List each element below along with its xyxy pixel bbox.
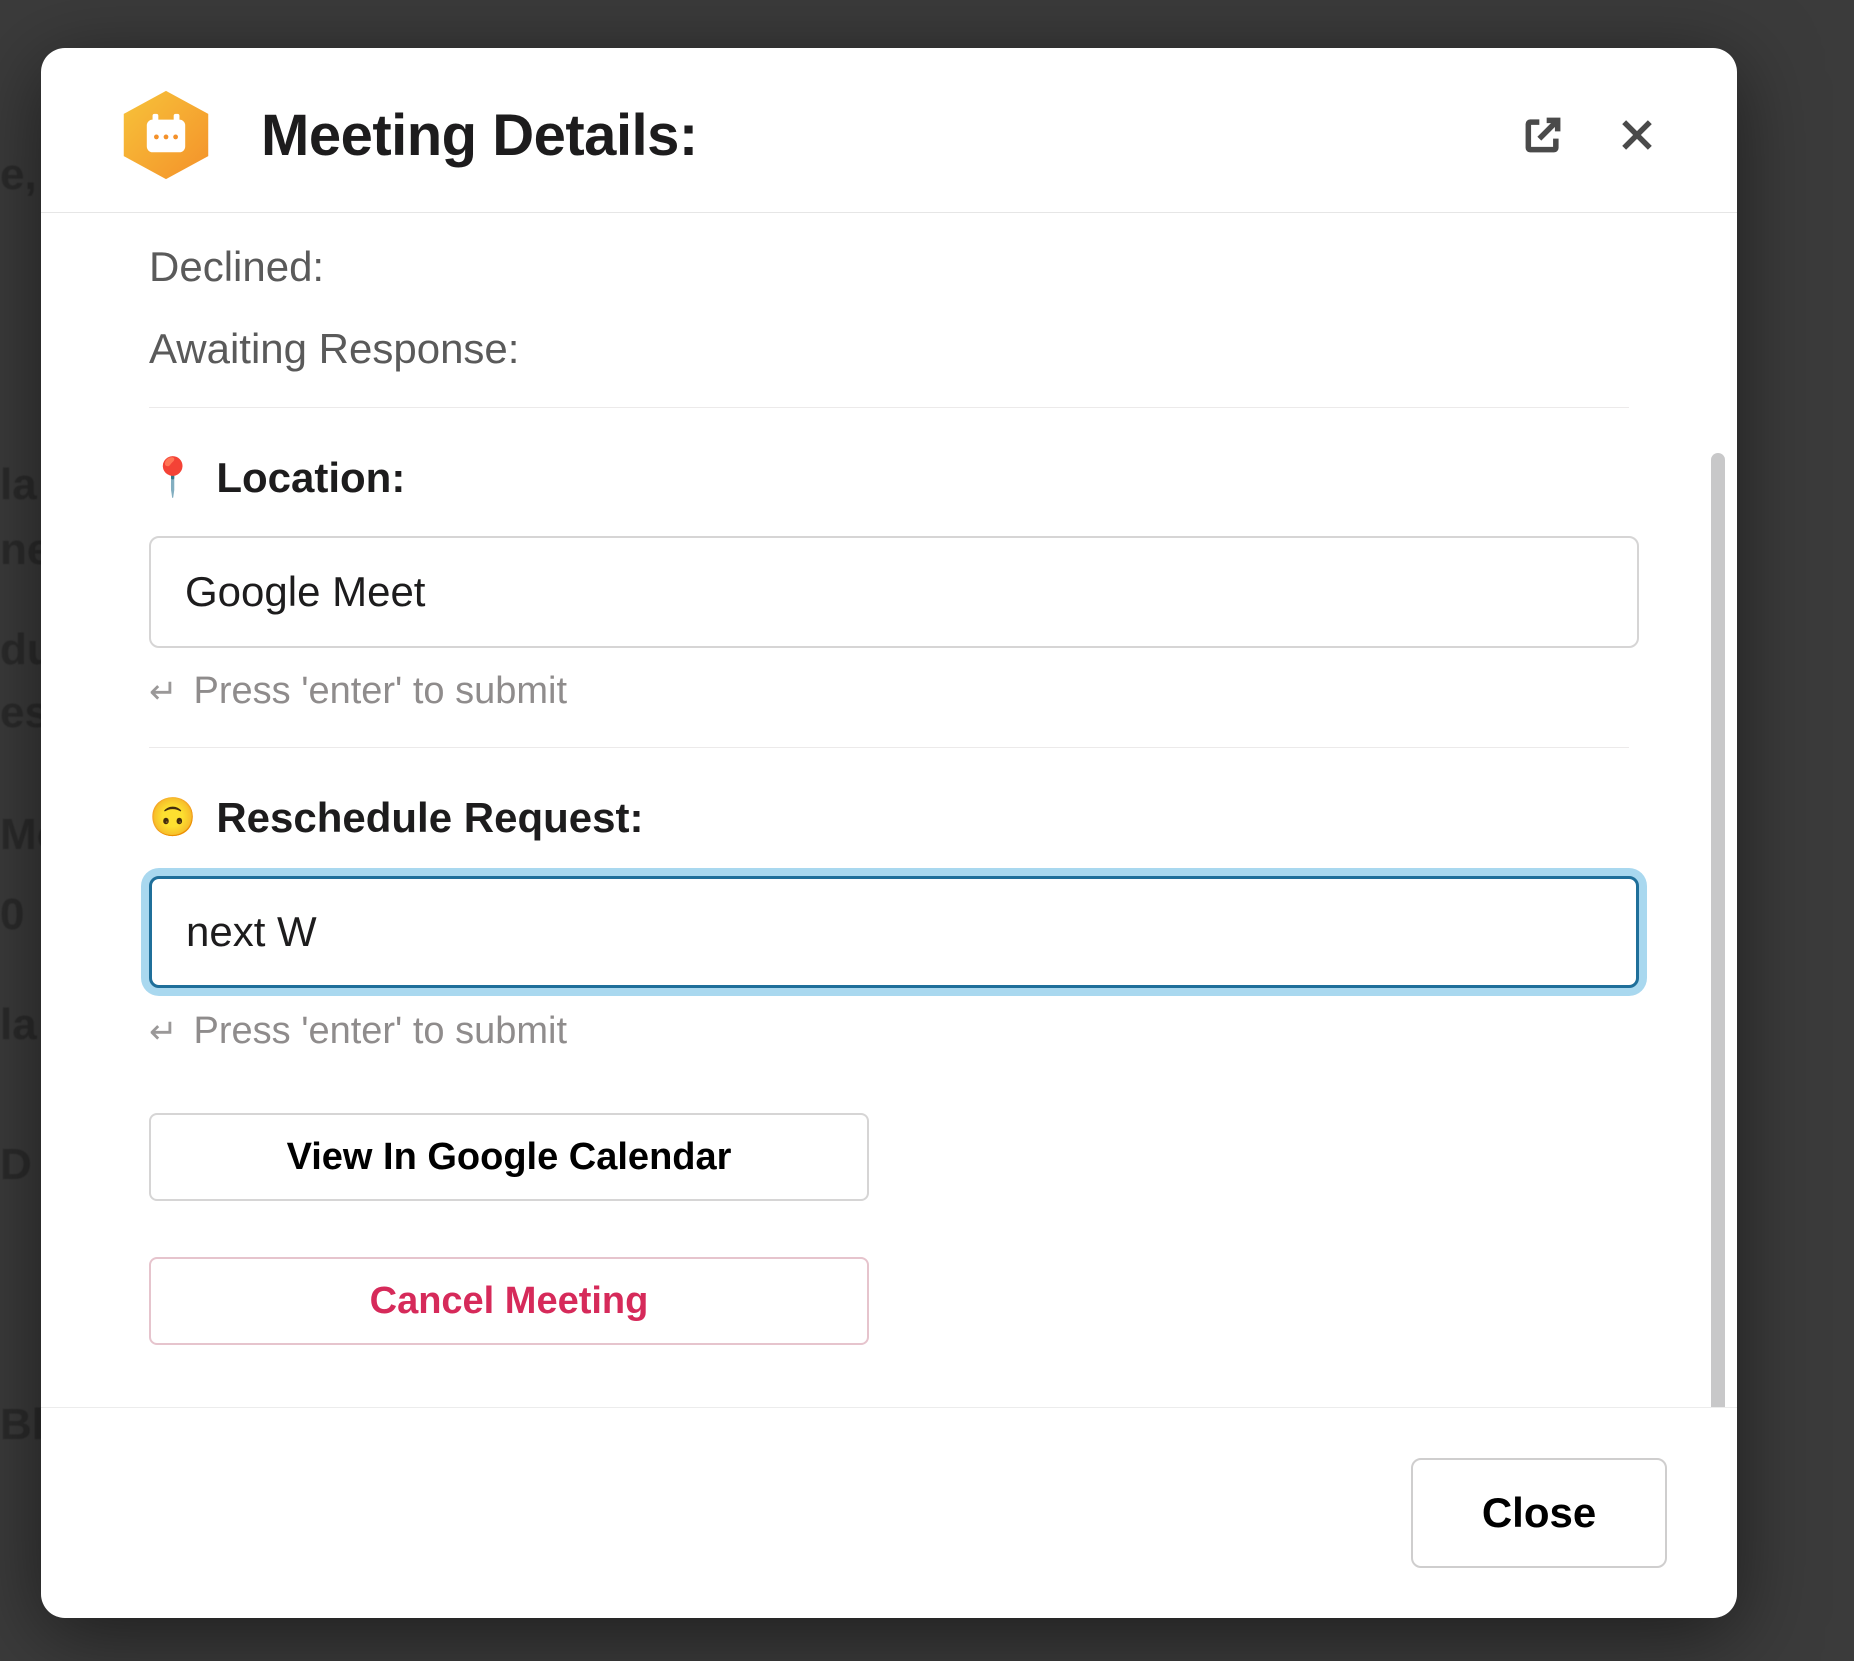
scrollbar-thumb[interactable] (1711, 453, 1725, 1407)
bg-fragment: e, (0, 150, 37, 200)
location-hint-text: Press 'enter' to submit (194, 670, 568, 713)
modal-body: Declined: Awaiting Response: 📍 Location:… (41, 213, 1737, 1407)
external-link-icon (1521, 113, 1565, 157)
modal-title: Meeting Details: (261, 102, 698, 169)
reschedule-hint: ↵ Press 'enter' to submit (149, 1010, 1629, 1053)
meeting-details-modal: Meeting Details: Declined: Awaiting Resp… (41, 48, 1737, 1618)
cancel-meeting-button[interactable]: Cancel Meeting (149, 1257, 869, 1345)
modal-footer: Close (41, 1407, 1737, 1618)
close-modal-button[interactable] (1607, 105, 1667, 165)
return-icon: ↵ (149, 672, 178, 712)
location-input[interactable] (149, 536, 1639, 648)
reschedule-input[interactable] (149, 876, 1639, 988)
bg-fragment: Bl (0, 1400, 44, 1450)
meeting-actions: View In Google Calendar Cancel Meeting (149, 1113, 1629, 1345)
return-icon: ↵ (149, 1012, 178, 1052)
section-divider (149, 407, 1629, 408)
bg-fragment: 0 (0, 890, 24, 940)
pin-icon: 📍 (149, 456, 196, 500)
reschedule-hint-text: Press 'enter' to submit (194, 1010, 568, 1053)
reschedule-label: 🙃 Reschedule Request: (149, 794, 1629, 842)
close-icon (1615, 113, 1659, 157)
bg-fragment: la (0, 1000, 37, 1050)
modal-scroll-area[interactable]: Declined: Awaiting Response: 📍 Location:… (41, 213, 1737, 1407)
bg-fragment: D (0, 1140, 32, 1190)
location-label-text: Location: (216, 454, 405, 502)
awaiting-response-label: Awaiting Response: (149, 325, 1629, 373)
bg-fragment: la (0, 460, 37, 510)
open-externally-button[interactable] (1513, 105, 1573, 165)
declined-label: Declined: (149, 243, 1629, 291)
app-icon (117, 86, 215, 184)
reschedule-label-text: Reschedule Request: (216, 794, 643, 842)
view-in-google-calendar-button[interactable]: View In Google Calendar (149, 1113, 869, 1201)
modal-header: Meeting Details: (41, 48, 1737, 213)
location-hint: ↵ Press 'enter' to submit (149, 670, 1629, 713)
upside-down-face-icon: 🙃 (149, 796, 196, 840)
section-divider (149, 747, 1629, 748)
location-label: 📍 Location: (149, 454, 1629, 502)
close-button[interactable]: Close (1411, 1458, 1667, 1568)
